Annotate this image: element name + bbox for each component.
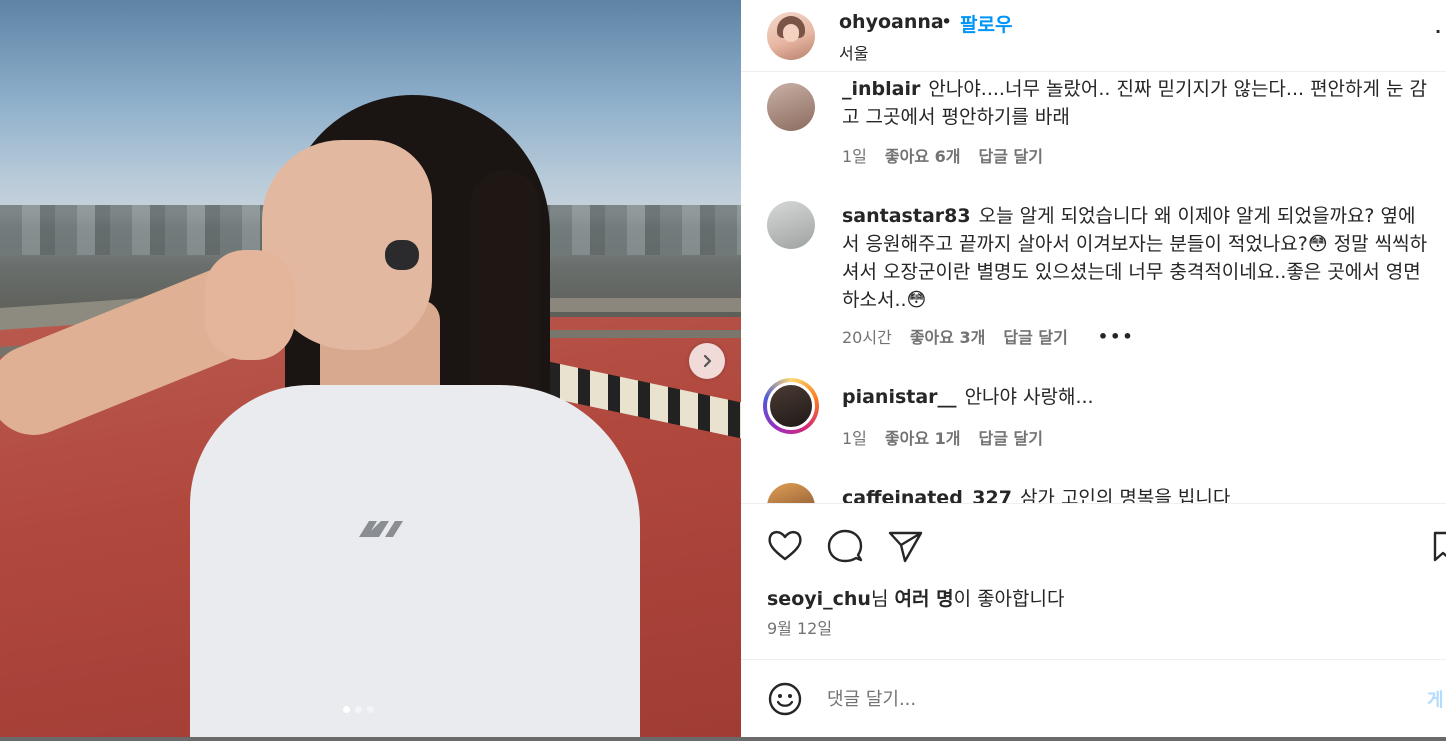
post-side-panel: ohyoanna • 팔로우 서울 · _inblair 안나야....너무 놀랐… — [741, 0, 1446, 737]
likes-text: 님 — [870, 588, 895, 610]
window-bottom-edge — [0, 737, 1446, 741]
comment-time[interactable]: 1일 — [842, 143, 867, 167]
comment-body: _inblair 안나야....너무 놀랐어.. 진짜 믿기지가 않는다... 편… — [842, 75, 1432, 131]
commenter-avatar-story-ring[interactable] — [763, 378, 819, 434]
carousel-dot — [343, 706, 350, 713]
comment-meta: 1일 좋아요 1개 답글 달기 — [842, 425, 1061, 449]
shirt-logo-icon — [359, 521, 403, 537]
commenter-avatar[interactable] — [767, 83, 815, 131]
carousel-dot — [355, 706, 362, 713]
comment-more-button[interactable]: ••• — [1098, 327, 1135, 346]
comment-reply-button[interactable]: 답글 달기 — [979, 425, 1043, 449]
post-header: ohyoanna • 팔로우 서울 · — [741, 0, 1446, 72]
post-options-button[interactable]: · — [1435, 22, 1441, 41]
commenter-avatar[interactable] — [767, 483, 815, 503]
heart-icon[interactable] — [765, 526, 805, 566]
likes-text: 이 좋아합니다 — [953, 588, 1065, 610]
header-separator: • — [941, 11, 953, 33]
comment-likes[interactable]: 좋아요 1개 — [885, 425, 961, 449]
comment-composer: 게 — [741, 659, 1446, 737]
comment-list[interactable]: _inblair 안나야....너무 놀랐어.. 진짜 믿기지가 않는다... 편… — [741, 73, 1446, 503]
comment-icon[interactable] — [825, 526, 865, 566]
comment-username[interactable]: caffeinated_327 — [842, 487, 1012, 503]
likes-others[interactable]: 여러 명 — [895, 588, 954, 610]
comment-username[interactable]: pianistar__ — [842, 386, 957, 408]
comment-username[interactable]: santastar83 — [842, 205, 971, 227]
post-location[interactable]: 서울 — [839, 40, 868, 64]
author-username[interactable]: ohyoanna — [839, 11, 944, 33]
commenter-avatar[interactable] — [767, 382, 815, 430]
comment-username[interactable]: _inblair — [842, 78, 920, 100]
comment-input[interactable] — [827, 684, 1387, 714]
comment-likes[interactable]: 좋아요 3개 — [910, 324, 986, 348]
comment-meta: 20시간 좋아요 3개 답글 달기 ••• — [842, 324, 1153, 348]
commenter-avatar[interactable] — [767, 201, 815, 249]
carousel-indicator — [343, 706, 374, 713]
photo-railing-right — [530, 298, 741, 312]
bookmark-icon[interactable] — [1431, 526, 1446, 566]
post-photo[interactable] — [0, 0, 741, 737]
post-action-bar — [741, 503, 1446, 583]
post-date[interactable]: 9월 12일 — [767, 615, 832, 639]
comment-body: pianistar__ 안나야 사랑해... — [842, 383, 1432, 411]
carousel-next-button[interactable] — [689, 343, 725, 379]
comment-reply-button[interactable]: 답글 달기 — [979, 143, 1043, 167]
comment-meta: 1일 좋아요 6개 답글 달기 — [842, 143, 1061, 167]
comment-text: 삼가 고인의 명복을 빕니다 — [1019, 487, 1231, 503]
share-icon[interactable] — [885, 526, 925, 566]
comment-time[interactable]: 20시간 — [842, 324, 892, 348]
follow-button[interactable]: 팔로우 — [960, 10, 1012, 37]
likes-summary[interactable]: seoyi_chu님 여러 명이 좋아합니다 — [767, 584, 1064, 611]
comment-reply-button[interactable]: 답글 달기 — [1003, 324, 1067, 348]
post-comment-button[interactable]: 게 — [1427, 686, 1444, 712]
comment-likes[interactable]: 좋아요 6개 — [885, 143, 961, 167]
photo-white-shirt — [190, 385, 640, 737]
emoji-icon[interactable] — [767, 681, 803, 717]
photo-earphone — [385, 240, 419, 270]
comment-text: 안나야....너무 놀랐어.. 진짜 믿기지가 않는다... 편안하게 눈 감고… — [842, 78, 1428, 128]
carousel-dot — [367, 706, 374, 713]
photo-hand — [205, 250, 295, 360]
liker-username[interactable]: seoyi_chu — [767, 588, 871, 610]
author-avatar[interactable] — [767, 12, 815, 60]
comment-text: 안나야 사랑해... — [964, 386, 1094, 408]
comment-body: santastar83 오늘 알게 되었습니다 왜 이제야 알게 되었을까요? 옆… — [842, 202, 1432, 314]
chevron-right-icon — [703, 354, 712, 368]
comment-body: caffeinated_327 삼가 고인의 명복을 빕니다 — [842, 484, 1432, 503]
photo-railing-right-lower — [530, 330, 741, 338]
comment-time[interactable]: 1일 — [842, 425, 867, 449]
